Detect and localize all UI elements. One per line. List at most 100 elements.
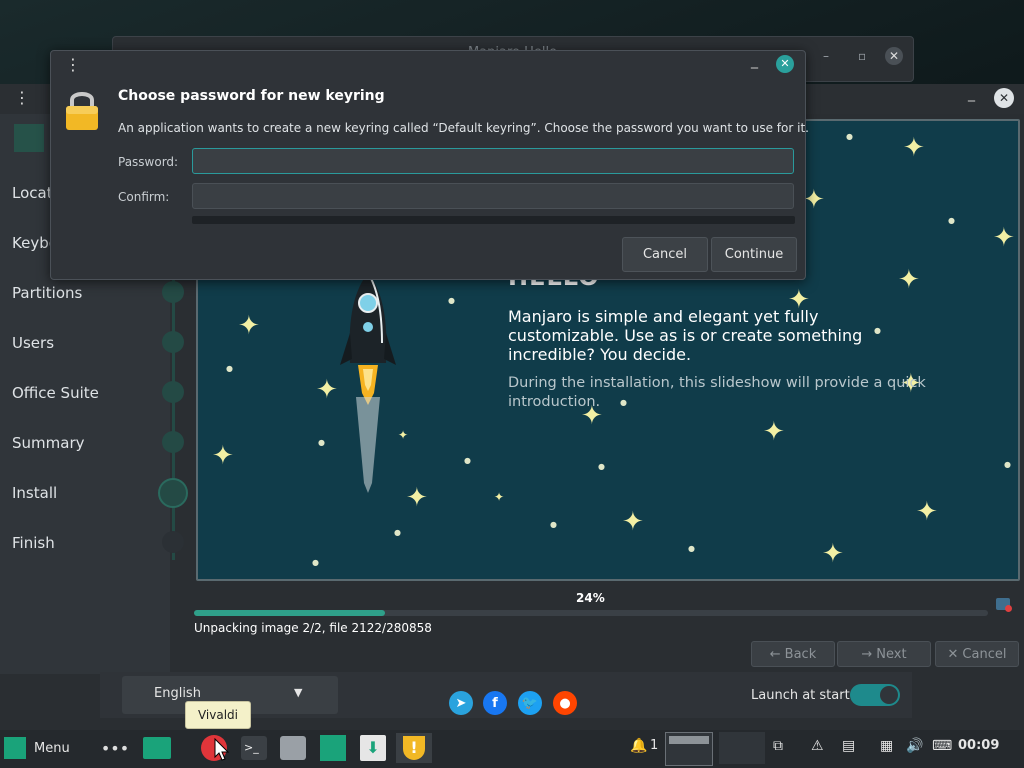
minimize-icon[interactable]: _ [968, 86, 975, 102]
password-strength-bar [192, 216, 795, 224]
clock[interactable]: 00:09 [958, 738, 999, 753]
progress-bar-fill [194, 610, 385, 616]
cancel-install-button[interactable]: ✕ Cancel [935, 641, 1019, 667]
star-decoration: ✦ [916, 497, 938, 527]
star-decoration: ✦ [212, 441, 234, 471]
star-decoration: ✦ [406, 483, 428, 513]
toggle-knob [880, 686, 898, 704]
telegram-icon[interactable]: ➤ [449, 691, 473, 715]
star-decoration: ✦ [763, 417, 785, 447]
star-decoration: ● [448, 296, 455, 305]
star-decoration: ● [598, 462, 605, 471]
twitter-icon[interactable]: 🐦 [518, 691, 542, 715]
file-manager-icon[interactable] [278, 733, 308, 763]
clipboard-icon[interactable]: ▤ [842, 738, 855, 754]
files-app-icon[interactable] [142, 733, 172, 763]
arrow-right-icon: → [861, 646, 873, 662]
star-decoration: ● [394, 528, 401, 537]
network-icon[interactable]: ▦ [880, 738, 893, 754]
minimize-icon[interactable]: _ [751, 53, 758, 69]
slide-text-secondary: During the installation, this slideshow … [508, 375, 926, 410]
step-dot [162, 431, 184, 453]
manjaro-logo-icon [4, 737, 26, 759]
step-dot [162, 531, 184, 553]
launch-at-start-label: Launch at start [751, 688, 850, 703]
star-decoration: ● [948, 216, 955, 225]
back-button[interactable]: ← Back [751, 641, 835, 667]
star-decoration: ● [688, 544, 695, 553]
dialog-description: An application wants to create a new key… [118, 121, 809, 135]
language-select-value: English [154, 686, 201, 701]
manjaro-logo [14, 124, 44, 152]
star-decoration: ● [1004, 460, 1011, 469]
star-decoration: ✦ [494, 490, 505, 504]
close-icon[interactable]: ✕ [994, 88, 1014, 108]
sidebar-item-office-suite: Office Suite [12, 384, 99, 402]
slide-text-primary: Manjaro is simple and elegant yet fully … [508, 307, 863, 364]
log-icon[interactable] [996, 598, 1012, 612]
next-button[interactable]: → Next [837, 641, 931, 667]
step-dot-current [158, 478, 188, 508]
close-icon[interactable]: ✕ [776, 55, 794, 73]
error-badge-icon [1005, 605, 1012, 612]
app-grid-icon[interactable]: ••• [100, 733, 130, 763]
dialog-cancel-button[interactable]: Cancel [622, 237, 708, 272]
workspace-2[interactable] [719, 732, 765, 764]
star-decoration: ✦ [903, 133, 925, 163]
password-input[interactable] [192, 148, 794, 174]
security-update-icon[interactable]: ⚠ [811, 738, 824, 754]
confirm-password-input[interactable] [192, 183, 794, 209]
star-decoration: ● [226, 364, 233, 373]
step-dot [162, 331, 184, 353]
workspace-1[interactable] [665, 732, 713, 766]
step-track [172, 280, 175, 560]
sidebar-item-users: Users [12, 334, 55, 352]
star-decoration: ● [312, 558, 319, 567]
sidebar-item-finish: Finish [12, 534, 55, 552]
star-decoration: ✦ [398, 428, 409, 442]
keyring-warning-icon[interactable]: ! [396, 733, 432, 763]
star-decoration: ● [846, 132, 853, 141]
kebab-menu-icon[interactable]: ⋮ [65, 55, 81, 74]
star-decoration: ● [464, 456, 471, 465]
menu-button[interactable]: Menu [4, 733, 84, 763]
close-icon[interactable]: ✕ [885, 47, 903, 65]
star-decoration: ✦ [993, 223, 1015, 253]
workspace-count: 1 [650, 738, 659, 753]
star-decoration: ✦ [238, 311, 260, 341]
installer-icon[interactable]: ⬇ [358, 733, 388, 763]
minimize-icon[interactable]: – [823, 49, 829, 63]
progress-percent: 24% [576, 591, 605, 605]
window-switcher-icon[interactable]: ⧉ [773, 738, 783, 754]
sidebar-item-partitions: Partitions [12, 284, 83, 302]
arrow-left-icon: ← [769, 646, 781, 662]
step-dot [162, 281, 184, 303]
chevron-down-icon: ▼ [294, 686, 303, 699]
star-decoration: ✦ [898, 265, 920, 295]
star-decoration: ✦ [316, 375, 338, 405]
star-decoration: ✦ [803, 185, 825, 215]
keyboard-icon[interactable]: ⌨ [932, 738, 952, 754]
kebab-menu-icon[interactable]: ⋮ [14, 88, 30, 107]
step-dot [162, 381, 184, 403]
maximize-icon[interactable]: ▫ [858, 49, 866, 63]
password-label: Password: [118, 155, 179, 169]
star-decoration: ● [318, 438, 325, 447]
progress-status: Unpacking image 2/2, file 2122/280858 [194, 621, 432, 635]
notification-bell-icon[interactable]: 🔔 [630, 738, 647, 754]
lock-icon [66, 92, 98, 130]
mouse-cursor-icon [214, 738, 230, 761]
rocket-illustration [340, 273, 396, 493]
manjaro-hello-icon[interactable] [318, 733, 348, 763]
sidebar-item-summary: Summary [12, 434, 85, 452]
terminal-icon[interactable]: >_ [239, 733, 269, 763]
star-decoration: ● [550, 520, 557, 529]
star-decoration: ✦ [822, 539, 844, 569]
dialog-title: Choose password for new keyring [118, 88, 385, 104]
dialog-continue-button[interactable]: Continue [711, 237, 797, 272]
facebook-icon[interactable]: f [483, 691, 507, 715]
close-icon: ✕ [947, 646, 959, 662]
sidebar-item-location: Locat [12, 184, 53, 202]
volume-icon[interactable]: 🔊 [906, 738, 923, 754]
reddit-icon[interactable]: ● [553, 691, 577, 715]
